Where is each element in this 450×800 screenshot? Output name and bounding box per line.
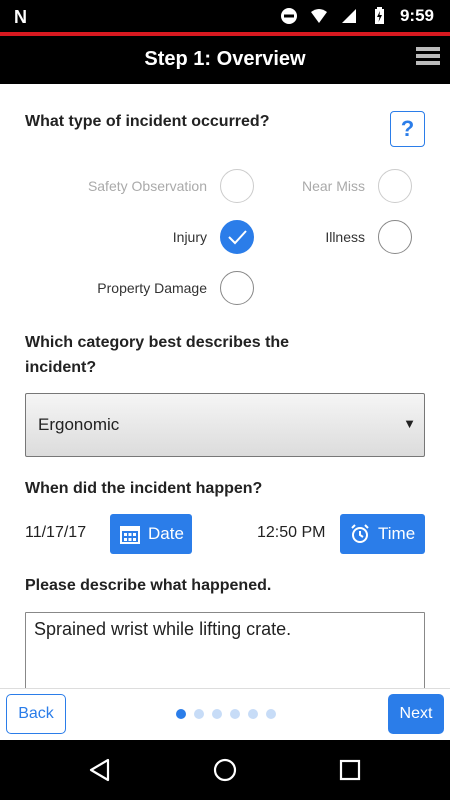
next-button[interactable]: Next — [388, 694, 444, 734]
calendar-icon — [120, 526, 140, 544]
do-not-disturb-icon — [280, 8, 297, 24]
wizard-footer: Back Next — [0, 688, 450, 740]
when-question: When did the incident happen? — [25, 480, 263, 497]
nav-back-icon[interactable] — [88, 758, 110, 782]
description-question: Please describe what happened. — [25, 577, 272, 594]
nav-home-icon[interactable] — [213, 758, 237, 782]
page-dot — [248, 709, 258, 719]
description-textarea[interactable]: Sprained wrist while lifting crate. — [25, 612, 425, 688]
page-indicator — [176, 709, 276, 719]
radio-property-damage[interactable] — [220, 271, 254, 305]
category-selected-value: Ergonomic — [38, 415, 120, 434]
status-clock: 9:59 — [399, 6, 434, 25]
page-dot — [194, 709, 204, 719]
option-label-property-damage: Property Damage — [97, 280, 207, 296]
category-select[interactable]: Ergonomic ▼ — [25, 393, 425, 457]
page-dot — [266, 709, 276, 719]
page-dot — [212, 709, 222, 719]
notification-n-icon: N — [14, 7, 27, 27]
checkmark-icon — [228, 230, 247, 245]
radio-near-miss[interactable] — [378, 169, 412, 203]
page-dot — [176, 709, 186, 719]
date-button-label: Date — [148, 524, 184, 543]
form-content[interactable]: What type of incident occurred? ? Safety… — [0, 84, 450, 688]
battery-charging-icon — [374, 7, 384, 24]
time-button-label: Time — [378, 524, 416, 543]
option-label-near-miss: Near Miss — [301, 178, 365, 194]
date-button[interactable]: Date — [110, 514, 192, 554]
radio-safety-observation[interactable] — [220, 169, 254, 203]
time-button[interactable]: Time — [340, 514, 425, 554]
hamburger-menu-icon[interactable] — [416, 47, 440, 71]
category-question-line1: Which category best describes the — [25, 334, 290, 351]
dropdown-arrow-icon: ▼ — [403, 416, 416, 431]
option-label-illness: Illness — [325, 229, 365, 245]
back-button[interactable]: Back — [6, 694, 66, 734]
incident-type-question: What type of incident occurred? — [25, 113, 270, 130]
system-nav-bar — [0, 740, 450, 800]
option-label-injury: Injury — [172, 229, 207, 245]
time-value: 12:50 PM — [257, 524, 326, 541]
page-title: Step 1: Overview — [144, 48, 306, 70]
alarm-clock-icon — [351, 524, 369, 543]
nav-recents-icon[interactable] — [339, 759, 361, 781]
option-label-safety-observation: Safety Observation — [87, 178, 207, 194]
category-question-line2: incident? — [25, 359, 97, 376]
wifi-icon — [310, 9, 327, 23]
page-dot — [230, 709, 240, 719]
radio-injury[interactable] — [220, 220, 254, 254]
status-bar: N 9:59 — [0, 0, 450, 32]
help-button[interactable]: ? — [390, 111, 425, 147]
app-bar: Step 1: Overview — [0, 36, 450, 84]
signal-icon — [341, 9, 356, 23]
date-value: 11/17/17 — [25, 524, 87, 541]
radio-illness[interactable] — [378, 220, 412, 254]
